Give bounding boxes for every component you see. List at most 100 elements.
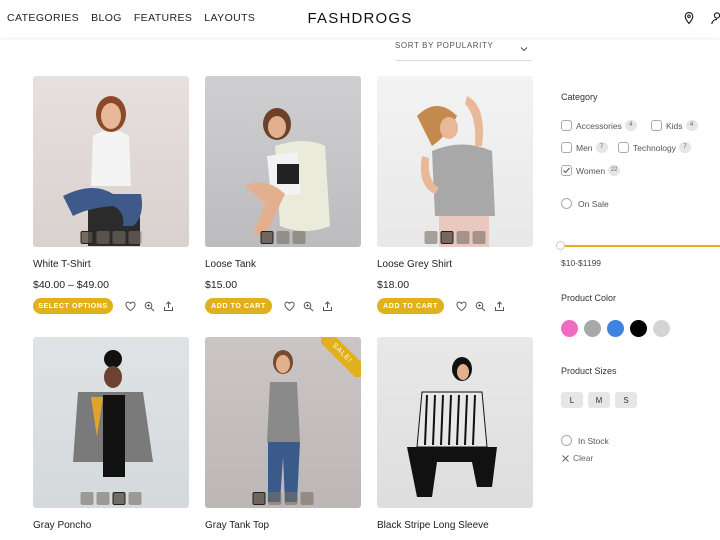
close-icon: [562, 454, 569, 462]
thumbnail[interactable]: [80, 231, 94, 244]
zoom-icon[interactable]: [144, 301, 155, 312]
filter-technology[interactable]: Technology 7: [618, 142, 692, 153]
product-card[interactable]: Gray Poncho: [33, 337, 189, 531]
product-name[interactable]: Gray Tank Top: [205, 520, 269, 531]
filter-on-sale[interactable]: On Sale: [561, 198, 609, 209]
heart-icon[interactable]: [125, 301, 136, 312]
color-swatch-pink[interactable]: [561, 320, 578, 337]
product-card[interactable]: Black Stripe Long Sleeve: [377, 337, 533, 531]
price-slider-track[interactable]: [560, 245, 720, 247]
product-image[interactable]: [377, 76, 533, 247]
thumbnail[interactable]: [96, 492, 110, 505]
thumbnail[interactable]: [472, 231, 486, 244]
color-swatch-gray[interactable]: [584, 320, 601, 337]
thumbnail-strip: [80, 231, 142, 244]
filter-count: 7: [595, 142, 608, 153]
thumbnail[interactable]: [260, 231, 274, 244]
product-name[interactable]: Loose Grey Shirt: [377, 259, 452, 270]
heart-icon[interactable]: [284, 301, 295, 312]
thumbnail[interactable]: [300, 492, 314, 505]
nav-categories[interactable]: CATEGORIES: [7, 12, 79, 24]
checkbox-checked[interactable]: [561, 165, 572, 176]
clear-filters[interactable]: Clear: [561, 453, 593, 463]
share-icon[interactable]: [322, 301, 333, 312]
select-options-button[interactable]: SELECT OPTIONS: [33, 298, 113, 314]
product-image[interactable]: [377, 337, 533, 508]
product-name[interactable]: Loose Tank: [205, 259, 256, 270]
product-image[interactable]: [33, 76, 189, 247]
add-to-cart-button[interactable]: ADD TO CART: [205, 298, 272, 314]
add-to-cart-button[interactable]: ADD TO CART: [377, 298, 444, 314]
filter-label: Technology: [633, 142, 677, 153]
thumbnail[interactable]: [284, 492, 298, 505]
product-image[interactable]: [205, 76, 361, 247]
radio-button[interactable]: [561, 435, 572, 446]
nav-features[interactable]: FEATURES: [134, 12, 192, 24]
color-swatch-light-gray[interactable]: [653, 320, 670, 337]
checkbox[interactable]: [561, 120, 572, 131]
filter-count: 4: [685, 120, 698, 131]
filter-in-stock[interactable]: In Stock: [561, 435, 609, 446]
thumbnail[interactable]: [80, 492, 94, 505]
filter-women[interactable]: Women 22: [561, 165, 621, 176]
product-image[interactable]: SALE!: [205, 337, 361, 508]
nav-blog[interactable]: BLOG: [91, 12, 122, 24]
checkbox[interactable]: [561, 142, 572, 153]
thumbnail[interactable]: [112, 492, 126, 505]
size-m-button[interactable]: M: [588, 392, 610, 408]
zoom-icon[interactable]: [303, 301, 314, 312]
thumbnail[interactable]: [128, 231, 142, 244]
category-title: Category: [561, 92, 598, 102]
sort-dropdown[interactable]: SORT BY POPULARITY: [395, 41, 532, 61]
product-price: $18.00: [377, 279, 410, 291]
product-card[interactable]: White T-Shirt $40.00 – $49.00 SELECT OPT…: [33, 76, 189, 314]
in-stock-label: In Stock: [578, 435, 609, 446]
thumbnail-strip: [80, 492, 142, 505]
site-logo[interactable]: FASHDROGS: [308, 10, 413, 27]
zoom-icon[interactable]: [475, 301, 486, 312]
checkbox[interactable]: [618, 142, 629, 153]
price-slider-handle[interactable]: [556, 241, 565, 250]
product-name[interactable]: Gray Poncho: [33, 520, 91, 531]
thumbnail[interactable]: [252, 492, 266, 505]
filter-men[interactable]: Men 7: [561, 142, 608, 153]
thumbnail-strip: [252, 492, 314, 505]
product-image[interactable]: [33, 337, 189, 508]
product-card[interactable]: SALE! Gray Tank Top: [205, 337, 361, 531]
thumbnail-strip: [424, 231, 486, 244]
thumbnail[interactable]: [112, 231, 126, 244]
filter-count: 4: [624, 120, 637, 131]
location-pin-icon[interactable]: [682, 11, 696, 25]
color-swatch-black[interactable]: [630, 320, 647, 337]
user-icon[interactable]: [710, 11, 720, 25]
thumbnail[interactable]: [440, 231, 454, 244]
thumbnail[interactable]: [456, 231, 470, 244]
product-card[interactable]: Loose Grey Shirt $18.00 ADD TO CART: [377, 76, 533, 314]
filter-kids[interactable]: Kids 4: [651, 120, 698, 131]
product-name[interactable]: White T-Shirt: [33, 259, 91, 270]
thumbnail[interactable]: [424, 231, 438, 244]
thumbnail-strip: [260, 231, 306, 244]
size-l-button[interactable]: L: [561, 392, 583, 408]
checkbox[interactable]: [651, 120, 662, 131]
product-price: $40.00 – $49.00: [33, 279, 109, 291]
color-swatch-blue[interactable]: [607, 320, 624, 337]
product-name[interactable]: Black Stripe Long Sleeve: [377, 520, 489, 531]
share-icon[interactable]: [163, 301, 174, 312]
filter-accessories[interactable]: Accessories 4: [561, 120, 637, 131]
size-s-button[interactable]: S: [615, 392, 637, 408]
nav-layouts[interactable]: LAYOUTS: [204, 12, 255, 24]
size-title: Product Sizes: [561, 366, 617, 376]
filter-label: Accessories: [576, 120, 622, 131]
thumbnail[interactable]: [128, 492, 142, 505]
heart-icon[interactable]: [456, 301, 467, 312]
radio-button[interactable]: [561, 198, 572, 209]
thumbnail[interactable]: [268, 492, 282, 505]
thumbnail[interactable]: [276, 231, 290, 244]
product-card[interactable]: Loose Tank $15.00 ADD TO CART: [205, 76, 361, 314]
thumbnail[interactable]: [292, 231, 306, 244]
share-icon[interactable]: [494, 301, 505, 312]
thumbnail[interactable]: [96, 231, 110, 244]
model-photo: [73, 350, 153, 477]
price-range: $10-$1199: [561, 258, 602, 268]
